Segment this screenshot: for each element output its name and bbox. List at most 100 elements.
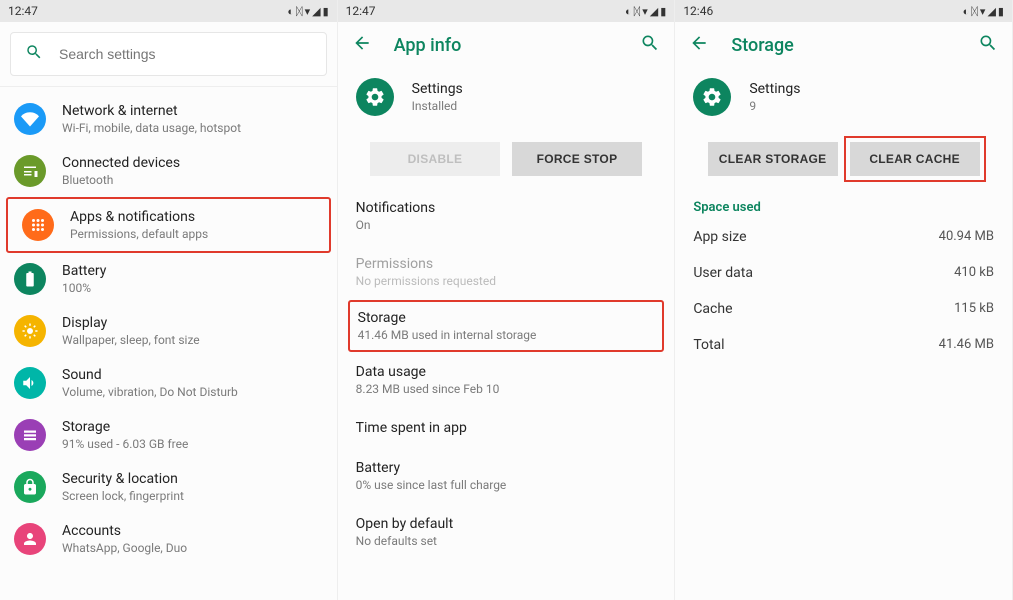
search-button[interactable] xyxy=(640,33,660,57)
signal-icon: ◢ xyxy=(650,5,658,18)
row-value: 40.94 MB xyxy=(939,229,994,245)
statusbar: 12:47 ◐ ᛞ ▾ ◢ ▮ xyxy=(0,0,337,22)
wifi-icon: ▾ xyxy=(305,5,311,18)
item-subtitle: No permissions requested xyxy=(356,274,657,288)
item-title: Storage xyxy=(358,310,655,326)
item-storage[interactable]: Storage 91% used - 6.03 GB free xyxy=(0,409,337,461)
item-subtitle: Bluetooth xyxy=(62,173,180,187)
item-connected-devices[interactable]: Connected devices Bluetooth xyxy=(0,145,337,197)
vibrate-icon: ◐ xyxy=(625,5,632,18)
item-data-usage[interactable]: Data usage 8.23 MB used since Feb 10 xyxy=(356,352,657,408)
clock: 12:46 xyxy=(683,4,713,18)
item-title: Security & location xyxy=(62,471,184,487)
devices-icon xyxy=(14,155,46,187)
battery-icon: ▮ xyxy=(660,5,666,18)
sound-icon xyxy=(14,367,46,399)
item-battery[interactable]: Battery 0% use since last full charge xyxy=(356,448,657,504)
item-title: Connected devices xyxy=(62,155,180,171)
status-icons: ◐ ᛞ ▾ ◢ ▮ xyxy=(963,5,1004,18)
row-label: User data xyxy=(693,265,753,281)
search-input[interactable] xyxy=(59,46,312,62)
item-title: Open by default xyxy=(356,516,657,532)
item-storage[interactable]: Storage 41.46 MB used in internal storag… xyxy=(348,300,665,352)
item-subtitle: 8.23 MB used since Feb 10 xyxy=(356,382,657,396)
gear-icon xyxy=(693,78,731,116)
item-title: Permissions xyxy=(356,256,657,272)
item-title: Accounts xyxy=(62,523,187,539)
item-sound[interactable]: Sound Volume, vibration, Do Not Disturb xyxy=(0,357,337,409)
gear-icon xyxy=(356,78,394,116)
clock: 12:47 xyxy=(346,4,376,18)
item-apps-notifications[interactable]: Apps & notifications Permissions, defaul… xyxy=(6,197,331,253)
app-name: Settings xyxy=(412,81,463,97)
vibrate-icon: ◐ xyxy=(963,5,970,18)
row-value: 115 kB xyxy=(954,301,994,317)
back-button[interactable] xyxy=(689,33,709,57)
clear-cache-button[interactable]: CLEAR CACHE xyxy=(850,142,980,176)
app-header: Settings 9 xyxy=(675,68,1012,130)
item-title: Notifications xyxy=(356,200,657,216)
row-app-size: App size 40.94 MB xyxy=(675,219,1012,255)
item-subtitle: 100% xyxy=(62,281,106,295)
item-text: Security & location Screen lock, fingerp… xyxy=(62,471,184,503)
clear-storage-button[interactable]: CLEAR STORAGE xyxy=(708,142,838,176)
signal-icon: ◢ xyxy=(987,5,995,18)
item-text: Connected devices Bluetooth xyxy=(62,155,180,187)
item-subtitle: Permissions, default apps xyxy=(70,227,208,241)
item-subtitle: 0% use since last full charge xyxy=(356,478,657,492)
statusbar: 12:46 ◐ ᛞ ▾ ◢ ▮ xyxy=(675,0,1012,22)
wifi-icon: ▾ xyxy=(980,5,986,18)
row-label: Total xyxy=(693,337,724,353)
item-subtitle: Volume, vibration, Do Not Disturb xyxy=(62,385,238,399)
display-icon xyxy=(14,315,46,347)
item-open-default[interactable]: Open by default No defaults set xyxy=(356,504,657,560)
settings-list: Network & internet Wi-Fi, mobile, data u… xyxy=(0,87,337,565)
item-security[interactable]: Security & location Screen lock, fingerp… xyxy=(0,461,337,513)
item-display[interactable]: Display Wallpaper, sleep, font size xyxy=(0,305,337,357)
item-text: Accounts WhatsApp, Google, Duo xyxy=(62,523,187,555)
page-title: App info xyxy=(394,35,619,56)
item-battery[interactable]: Battery 100% xyxy=(0,253,337,305)
item-subtitle: Wi-Fi, mobile, data usage, hotspot xyxy=(62,121,241,135)
vibrate-icon: ◐ xyxy=(287,5,294,18)
item-time-spent[interactable]: Time spent in app xyxy=(356,408,657,448)
pane-settings-main: 12:47 ◐ ᛞ ▾ ◢ ▮ Network & internet Wi-Fi… xyxy=(0,0,338,600)
item-title: Battery xyxy=(356,460,657,476)
status-icons: ◐ ᛞ ▾ ◢ ▮ xyxy=(625,5,666,18)
item-subtitle: 41.46 MB used in internal storage xyxy=(358,328,655,342)
nfc-icon: ᛞ xyxy=(296,5,303,18)
row-value: 41.46 MB xyxy=(939,337,994,353)
item-network[interactable]: Network & internet Wi-Fi, mobile, data u… xyxy=(0,93,337,145)
storage-icon xyxy=(14,419,46,451)
back-button[interactable] xyxy=(352,33,372,57)
app-header: Settings Installed xyxy=(338,68,675,130)
item-accounts[interactable]: Accounts WhatsApp, Google, Duo xyxy=(0,513,337,565)
item-subtitle: WhatsApp, Google, Duo xyxy=(62,541,187,555)
signal-icon: ◢ xyxy=(312,5,320,18)
statusbar: 12:47 ◐ ᛞ ▾ ◢ ▮ xyxy=(338,0,675,22)
action-buttons: DISABLE FORCE STOP xyxy=(338,130,675,188)
headerbar: Storage xyxy=(675,22,1012,68)
item-subtitle: On xyxy=(356,218,657,232)
lock-icon xyxy=(14,471,46,503)
item-permissions: Permissions No permissions requested xyxy=(356,244,657,300)
item-text: Storage 91% used - 6.03 GB free xyxy=(62,419,188,451)
item-title: Time spent in app xyxy=(356,420,657,436)
item-title: Battery xyxy=(62,263,106,279)
row-value: 410 kB xyxy=(954,265,994,281)
search-settings[interactable] xyxy=(10,32,327,76)
force-stop-button[interactable]: FORCE STOP xyxy=(512,142,642,176)
wifi-icon: ▾ xyxy=(642,5,648,18)
item-title: Display xyxy=(62,315,200,331)
pane-storage-detail: 12:46 ◐ ᛞ ▾ ◢ ▮ Storage Settings 9 CLEAR… xyxy=(675,0,1013,600)
app-info-list: Notifications On Permissions No permissi… xyxy=(338,188,675,560)
row-total: Total 41.46 MB xyxy=(675,327,1012,363)
item-text: Apps & notifications Permissions, defaul… xyxy=(70,209,208,241)
item-notifications[interactable]: Notifications On xyxy=(356,188,657,244)
row-label: App size xyxy=(693,229,746,245)
pane-app-info: 12:47 ◐ ᛞ ▾ ◢ ▮ App info Settings Instal… xyxy=(338,0,676,600)
item-text: Display Wallpaper, sleep, font size xyxy=(62,315,200,347)
search-button[interactable] xyxy=(978,33,998,57)
item-title: Storage xyxy=(62,419,188,435)
status-icons: ◐ ᛞ ▾ ◢ ▮ xyxy=(287,5,328,18)
